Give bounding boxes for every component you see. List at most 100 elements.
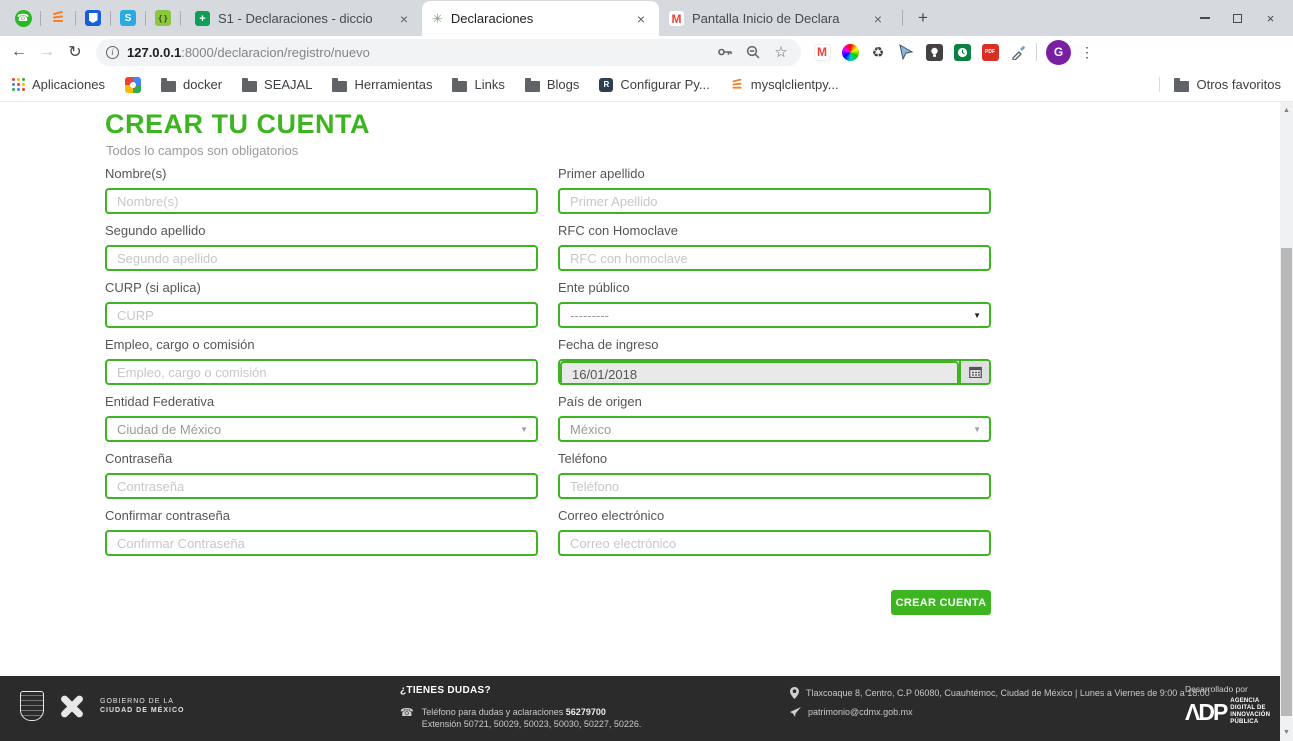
scroll-up-icon[interactable]: ▲ [1280, 104, 1293, 117]
page-info-icon[interactable]: i [106, 46, 119, 59]
url-rest: :8000/declaracion/registro/nuevo [181, 45, 370, 60]
restore-button[interactable] [1221, 0, 1254, 36]
folder-icon [1174, 81, 1189, 92]
color-wheel-extension-icon[interactable] [837, 39, 863, 65]
folder-icon [452, 81, 467, 92]
cdmx-x-logo-icon [56, 690, 88, 722]
segundo-apellido-input[interactable] [105, 245, 538, 271]
pais-origen-select[interactable]: México ▼ [558, 416, 991, 442]
tab-separator [180, 11, 181, 26]
location-pin-icon [790, 687, 799, 699]
crear-cuenta-button[interactable]: CREAR CUENTA [891, 590, 991, 615]
correo-input[interactable] [558, 530, 991, 556]
folder-icon [242, 81, 257, 92]
tab-close-icon[interactable]: × [396, 11, 412, 27]
field-entidad-federativa: Entidad Federativa Ciudad de México ▼ [105, 394, 538, 442]
r-icon: R [599, 78, 613, 92]
rfc-input[interactable] [558, 245, 991, 271]
tab-sheets-declaraciones[interactable]: + S1 - Declaraciones - diccio × [185, 1, 422, 36]
field-pais-origen: País de origen México ▼ [558, 394, 991, 442]
other-bookmarks[interactable]: Otros favoritos [1159, 77, 1281, 92]
field-correo: Correo electrónico [558, 508, 991, 556]
bookmark-apps[interactable]: Aplicaciones [12, 77, 105, 92]
pinned-tab-whatsapp[interactable]: ☎ [10, 0, 36, 36]
telefono-input[interactable] [558, 473, 991, 499]
bookmark-mysqlclient[interactable]: mysqlclientpy... [730, 77, 839, 92]
footer-contact: Tlaxcoaque 8, Centro, C.P 06080, Cuauhté… [790, 687, 1210, 725]
pdf-extension-icon[interactable]: PDF [977, 39, 1003, 65]
tab-close-icon[interactable]: × [633, 11, 649, 27]
tab-separator [145, 11, 146, 26]
recycle-extension-icon[interactable]: ♻ [865, 39, 891, 65]
clock-extension-icon[interactable] [949, 39, 975, 65]
field-fecha-ingreso: Fecha de ingreso [558, 337, 991, 385]
maps-icon [125, 77, 141, 93]
browser-menu-icon[interactable]: ⋮ [1077, 44, 1097, 61]
scrollbar-thumb[interactable] [1281, 248, 1292, 716]
fecha-ingreso-control [558, 359, 991, 385]
bookmark-star-icon[interactable]: ☆ [771, 42, 791, 62]
reload-button[interactable]: ↻ [62, 39, 88, 65]
chevron-down-icon: ▼ [973, 311, 981, 320]
cursor-extension-icon[interactable] [893, 39, 919, 65]
footer-email[interactable]: patrimonio@cdmx.gob.mx [808, 706, 913, 718]
field-segundo-apellido: Segundo apellido [105, 223, 538, 271]
bookmark-maps[interactable] [125, 77, 141, 93]
tab-close-icon[interactable]: × [870, 11, 886, 27]
bookmark-folder-links[interactable]: Links [452, 77, 504, 92]
page-scrollbar[interactable]: ▲ ▼ [1280, 102, 1293, 741]
tab-separator [902, 10, 903, 26]
forward-button[interactable]: → [34, 39, 60, 65]
field-label: Teléfono [558, 451, 991, 466]
bookmark-folder-seajal[interactable]: SEAJAL [242, 77, 312, 92]
bookmark-folder-blogs[interactable]: Blogs [525, 77, 580, 92]
new-tab-button[interactable]: + [909, 4, 937, 32]
code-brackets-icon: { } [155, 10, 171, 26]
calendar-button[interactable] [959, 361, 989, 383]
profile-avatar[interactable]: G [1046, 40, 1071, 65]
empleo-input[interactable] [105, 359, 538, 385]
scroll-down-icon[interactable]: ▼ [1280, 726, 1293, 739]
lightbulb-extension-icon[interactable] [921, 39, 947, 65]
minimize-button[interactable] [1188, 0, 1221, 36]
field-label: Correo electrónico [558, 508, 991, 523]
close-window-button[interactable]: × [1254, 0, 1287, 36]
pinned-tab-stackoverflow[interactable] [45, 0, 71, 36]
field-curp: CURP (si aplica) [105, 280, 538, 328]
bookmark-label: mysqlclientpy... [751, 77, 839, 92]
fecha-ingreso-input[interactable] [560, 361, 959, 385]
tab-gmail-pantalla-inicio[interactable]: M Pantalla Inicio de Declara × [659, 1, 896, 36]
url-host: 127.0.0.1 [127, 45, 181, 60]
pinned-tab-s-app[interactable]: S [115, 0, 141, 36]
url-text[interactable]: 127.0.0.1:8000/declaracion/registro/nuev… [127, 45, 707, 60]
address-bar[interactable]: i 127.0.0.1:8000/declaracion/registro/nu… [96, 39, 801, 66]
chevron-down-icon: ▼ [520, 425, 528, 434]
footer-dudas: ¿TIENES DUDAS? ☎ Teléfono para dudas y a… [400, 685, 641, 730]
adip-agency-text: AGENCIA DIGITAL DE INNOVACIÓN PÚBLICA [1230, 698, 1270, 726]
bookmark-folder-herramientas[interactable]: Herramientas [332, 77, 432, 92]
folder-icon [525, 81, 540, 92]
zoom-out-icon[interactable] [743, 42, 763, 62]
tab-declaraciones-active[interactable]: ✳ Declaraciones × [422, 1, 659, 36]
bookmark-configurar-py[interactable]: RConfigurar Py... [599, 77, 709, 92]
contrasena-input[interactable] [105, 473, 538, 499]
back-button[interactable]: ← [6, 39, 32, 65]
tabs: + S1 - Declaraciones - diccio × ✳ Declar… [185, 0, 937, 36]
entidad-federativa-select[interactable]: Ciudad de México ▼ [105, 416, 538, 442]
sheets-icon: + [195, 11, 210, 26]
pinned-tab-shield[interactable] [80, 0, 106, 36]
field-primer-apellido: Primer apellido [558, 166, 991, 214]
gmail-extension-icon[interactable]: M [809, 39, 835, 65]
bookmark-folder-docker[interactable]: docker [161, 77, 222, 92]
pinned-tab-brackets[interactable]: { } [150, 0, 176, 36]
confirmar-contrasena-input[interactable] [105, 530, 538, 556]
stackoverflow-icon [51, 12, 65, 24]
password-key-icon[interactable] [715, 42, 735, 62]
eyedropper-extension-icon[interactable] [1005, 39, 1031, 65]
chevron-down-icon: ▼ [973, 425, 981, 434]
ente-publico-select[interactable]: --------- ▼ [558, 302, 991, 328]
curp-input[interactable] [105, 302, 538, 328]
primer-apellido-input[interactable] [558, 188, 991, 214]
nombres-input[interactable] [105, 188, 538, 214]
field-label: Entidad Federativa [105, 394, 538, 409]
